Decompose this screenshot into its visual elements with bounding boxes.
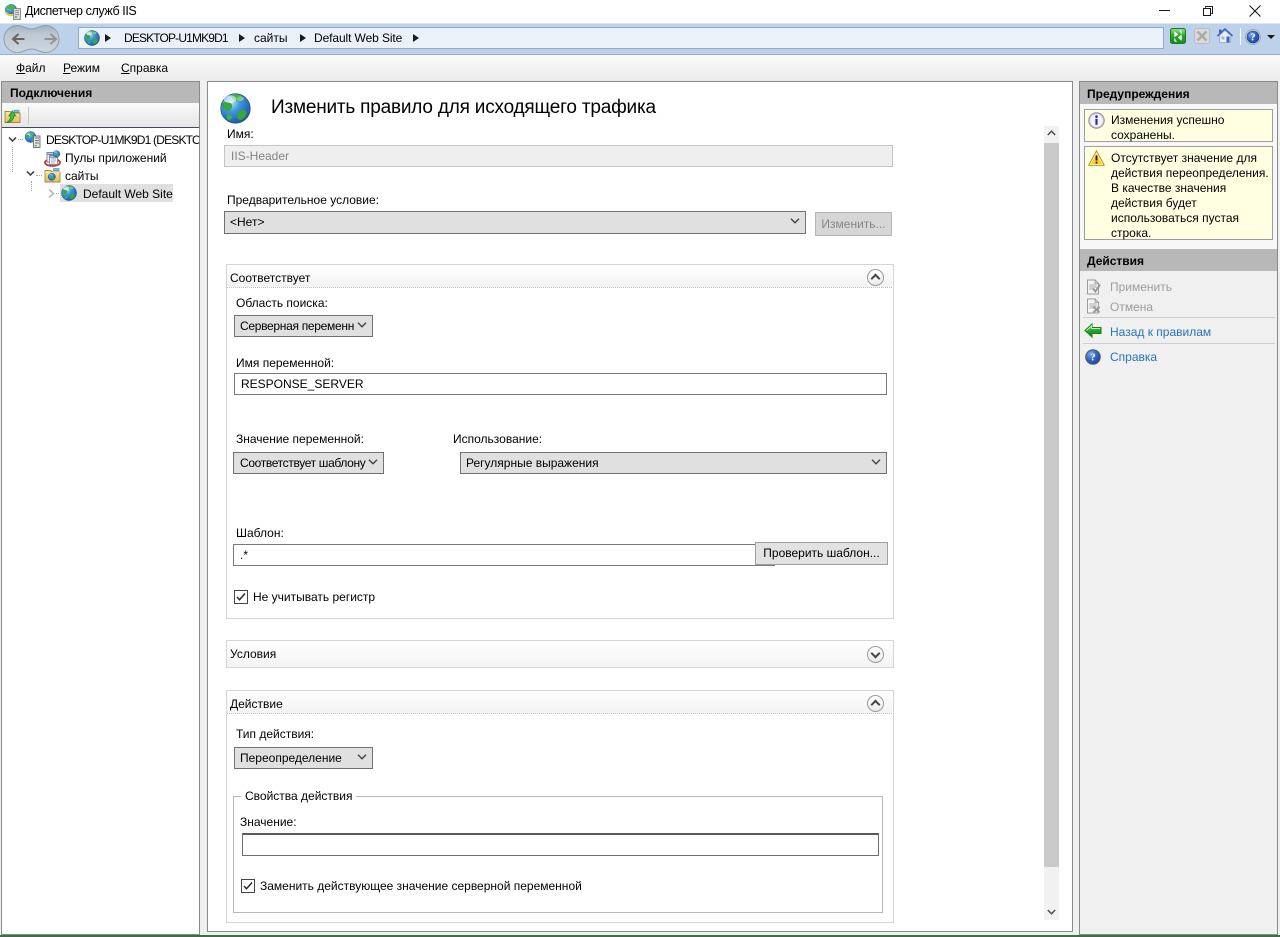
svg-text:?: ? [1090,353,1095,364]
svg-text:?: ? [1250,33,1255,44]
